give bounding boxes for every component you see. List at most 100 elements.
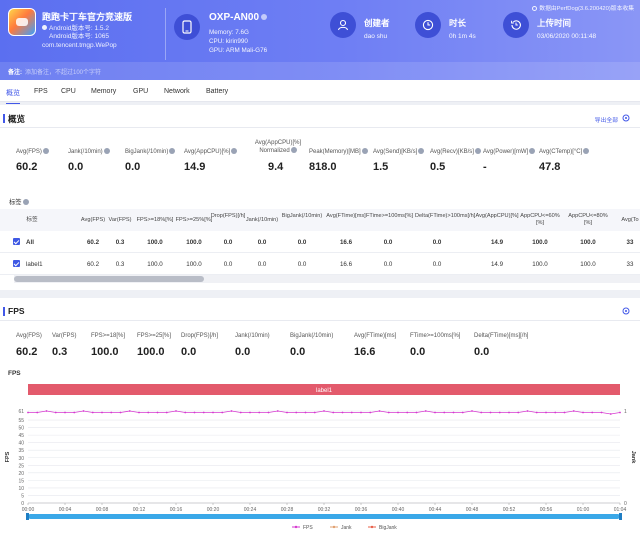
app-version-info: Android版本号: 1.5.2 Android版本号: 1065 [42, 25, 109, 41]
overview-metric-value: 14.9 [184, 161, 206, 173]
fps-point [54, 411, 57, 414]
help-icon[interactable] [474, 148, 481, 154]
remark-bar[interactable]: 备注: 添加备注，不超过100个字符 [0, 62, 640, 80]
slider-left-handle[interactable] [26, 513, 29, 520]
device-specs: Memory: 7.6G CPU: kirin990 GPU: ARM Mali… [209, 29, 268, 54]
help-icon[interactable] [42, 148, 49, 154]
fps-point [27, 411, 29, 414]
fps-point [535, 411, 538, 414]
table-column-header[interactable]: Avg(FTime)[ms] [324, 213, 368, 220]
app-logo-icon [8, 8, 36, 36]
table-cell: 14.9 [490, 261, 504, 268]
table-cell: 33 [626, 261, 634, 268]
overview-title: 概览 [2, 114, 26, 124]
tab-overview[interactable]: 概览 [6, 88, 20, 104]
fps-point [119, 411, 122, 414]
fps-metric-value: 100.0 [137, 346, 165, 358]
app-name: 跑跑卡丁车官方竞速版 [42, 12, 133, 22]
table-row[interactable]: label1 60.2 0.3 100.0 100.0 0.0 0.0 0.0 16.6 0.0 0… [0, 253, 640, 275]
gear-icon[interactable] [622, 114, 630, 122]
table-column-header[interactable]: FTime>=100ms[%] [366, 213, 413, 220]
app-package: com.tencent.tmgp.WePop [42, 42, 117, 49]
fps-metric-value: 16.6 [354, 346, 376, 358]
tab-battery[interactable]: Battery [206, 88, 228, 95]
fps-panel: FPS Avg(FPS) 60.2 Var(FPS) 0.3 FPS>=18[%] 100… [0, 298, 640, 537]
y-tick-label: 25 [18, 463, 24, 469]
overview-metric-value: 0.5 [430, 161, 446, 173]
fps-point [397, 411, 399, 414]
help-icon[interactable] [361, 148, 368, 154]
tab-fps[interactable]: FPS [34, 88, 48, 95]
fps-metric-label: Var(FPS) [52, 333, 77, 339]
fps-point [323, 410, 325, 412]
fps-point [360, 411, 362, 414]
fps-point [304, 411, 307, 414]
help-icon[interactable] [231, 148, 238, 154]
help-icon[interactable] [103, 148, 110, 154]
table-cell: 100.0 [532, 239, 548, 246]
tab-gpu[interactable]: GPU [133, 88, 148, 95]
overview-metric-label: Avg(AppCPU)[%] Normalized [254, 140, 302, 154]
help-icon[interactable] [290, 147, 297, 153]
fps-metric-label: Jank(/10min) [235, 333, 270, 339]
x-tick-label: 01:04 [614, 507, 627, 513]
fps-metric-label: Delta(FTime)[ms][/h] [474, 333, 529, 339]
fps-point [295, 411, 298, 414]
gear-icon[interactable] [622, 307, 630, 315]
divider [0, 320, 640, 321]
tab-cpu[interactable]: CPU [61, 88, 76, 95]
info-icon[interactable] [261, 14, 268, 20]
table-column-header[interactable]: 标签 [10, 217, 54, 224]
table-horizontal-scrollbar[interactable] [14, 275, 640, 283]
fps-chart[interactable]: label161555045403530252015105010FPS Jank0… [0, 375, 640, 537]
row-checkbox[interactable] [13, 260, 20, 267]
table-column-header[interactable]: Avg(AppCPU)[%] [475, 213, 519, 220]
table-column-header[interactable]: Delta(FTime)>100ms[/h] [415, 213, 475, 220]
table-column-header[interactable]: Avg(To [608, 217, 640, 224]
overview-metric-label: Avg(CTemp)[°C] [539, 148, 609, 156]
fps-point [128, 410, 131, 412]
fps-metric-value: 0.0 [290, 346, 306, 358]
time-range-slider[interactable] [28, 514, 620, 519]
fps-point [138, 411, 140, 414]
table-row[interactable]: All 60.2 0.3 100.0 100.0 0.0 0.0 0.0 16.6 0.0 0.0 1… [0, 231, 640, 253]
legend-label[interactable]: FPS [303, 525, 313, 531]
y-tick-label: 20 [18, 471, 24, 477]
clock-icon [415, 12, 441, 38]
table-cell: 0.0 [257, 261, 267, 268]
table-column-header[interactable]: Jank(/10min) [240, 217, 284, 224]
row-checkbox[interactable] [13, 238, 20, 245]
help-icon[interactable] [583, 148, 590, 154]
table-column-header[interactable]: AppCPU<=80%[%] [566, 213, 610, 226]
table-column-header[interactable]: AppCPU<=60%[%] [518, 213, 562, 226]
x-tick-label: 01:00 [577, 507, 590, 513]
label-band-text: label1 [316, 388, 333, 394]
y-tick-label: 50 [18, 426, 24, 432]
help-icon[interactable] [418, 148, 425, 154]
legend-label[interactable]: Jank [341, 525, 352, 531]
fps-metric-value: 100.0 [91, 346, 119, 358]
table-cell: 16.6 [339, 239, 353, 246]
fps-metric-label: FPS>=25[%] [137, 333, 172, 339]
overview-metric-value: 0.0 [68, 161, 84, 173]
fps-point [406, 411, 409, 414]
fps-point [258, 411, 261, 414]
table-cell: 16.6 [339, 261, 353, 268]
help-icon[interactable] [169, 148, 176, 154]
tab-memory[interactable]: Memory [91, 88, 116, 95]
fps-point [609, 413, 612, 415]
fps-point [619, 411, 621, 414]
tab-network[interactable]: Network [164, 88, 190, 95]
overview-metric-value: 0.0 [125, 161, 141, 173]
help-icon[interactable] [529, 148, 536, 154]
row-label: All [26, 239, 34, 246]
help-icon[interactable] [22, 199, 29, 205]
table-column-header[interactable]: BigJank(/10min) [280, 213, 324, 220]
export-all-button[interactable]: 导出全部 [595, 115, 618, 124]
scrollbar-thumb[interactable] [14, 276, 204, 282]
remark-input[interactable]: 添加备注，不超过100个字符 [25, 70, 101, 76]
table-column-header[interactable]: FPS>=18%[%] [133, 217, 177, 224]
slider-right-handle[interactable] [619, 513, 622, 520]
legend-label[interactable]: BigJank [379, 525, 397, 531]
fps-metric-value: 0.0 [235, 346, 251, 358]
